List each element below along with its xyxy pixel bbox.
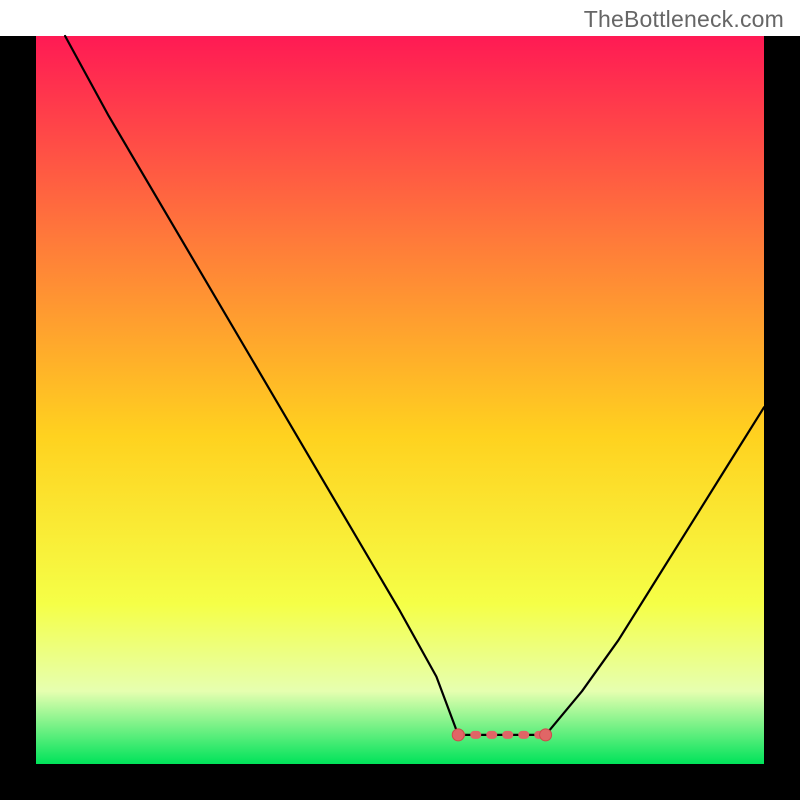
bottleneck-chart (0, 0, 800, 800)
optimal-start-marker (452, 729, 464, 741)
optimal-end-marker (540, 729, 552, 741)
chart-plot-area (36, 36, 764, 764)
watermark-text: TheBottleneck.com (584, 6, 784, 33)
chart-container: TheBottleneck.com (0, 0, 800, 800)
